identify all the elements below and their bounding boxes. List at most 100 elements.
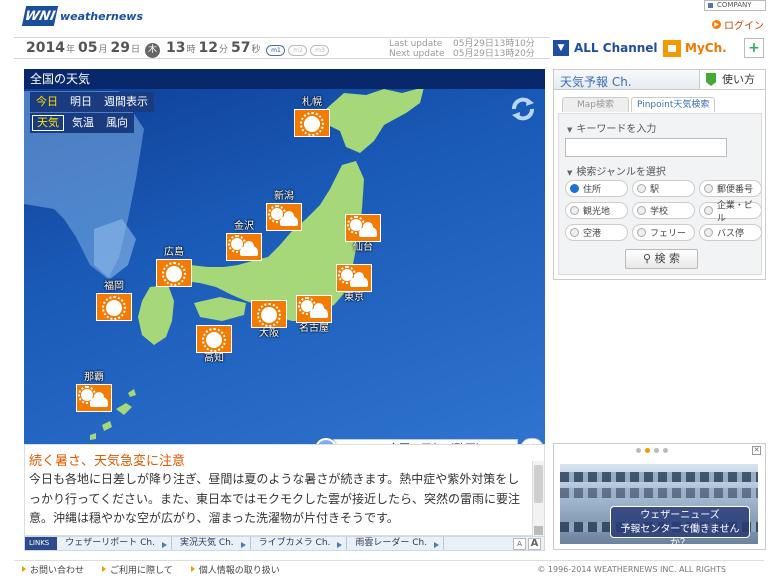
genre-bus-stop-radio[interactable]: バス停 [699,224,762,241]
banner-caption: ウェザーニューズ 予報センターで働きませんか？ [610,506,750,544]
city-name: 札幌 [302,97,322,108]
links-label: LINKS [25,537,58,550]
footer-link-privacy[interactable]: 個人情報の取り扱い [190,563,280,576]
footer-link-terms[interactable]: ご利用に際して [102,563,173,576]
city-naha[interactable]: 那覇 [76,372,112,412]
tab-weekly[interactable]: 週間表示 [98,92,154,112]
city-name: 高知 [204,353,224,364]
city-kanazawa[interactable]: 金沢 [226,221,262,261]
tab-today[interactable]: 今日 [30,92,64,112]
scroll-thumb[interactable] [534,465,543,503]
hour: 13 [165,40,186,56]
link-live-camera[interactable]: ライブカメラ Ch. [251,537,348,550]
tab-pinpoint-search[interactable]: Pinpoint天気検索 [631,97,716,112]
current-datetime: 2014 年 05 月 29 日 木 13 時 12 分 57 秒 m1 m2 m3 [26,40,330,58]
city-hiroshima[interactable]: 広島 [156,247,192,287]
genre-address-radio[interactable]: 住所 [565,180,628,197]
link-rain-radar[interactable]: 雨雲レーダー Ch. [347,537,445,550]
search-button[interactable]: ⚲ 検 索 [625,249,698,269]
period-tabs: 今日 明日 週間表示 [30,92,154,112]
copyright: © 1996-2014 WEATHERNEWS INC. ALL RIGHTS [537,565,726,574]
link-weather-report[interactable]: ウェザーリポート Ch. [57,537,172,550]
carousel-dot[interactable] [636,448,641,453]
site-header: WNI weathernews COMPANY ▶ ログイン [0,0,770,36]
weathernews-logo[interactable]: WNI weathernews [21,6,143,26]
pinpoint-search-form: キーワードを入力 検索ジャンルを選択 住所 駅 郵便番号 観光地 学校 企業・ビ… [558,113,762,275]
recruit-banner[interactable]: ✕ ウェザーニューズ 予報センターで働きませんか？ [553,443,766,550]
sunny-cloudy-icon [296,295,332,323]
genre-company-radio[interactable]: 企業・ビル [699,201,762,224]
city-name: 東京 [344,292,364,303]
close-icon[interactable]: ✕ [752,446,761,455]
carousel-dot[interactable] [645,448,650,453]
sunny-cloudy-icon [336,264,372,292]
forecast-scrollbar[interactable] [532,461,544,537]
my-channel-button[interactable]: MyCh. [663,37,739,59]
segment-m2[interactable]: m2 [288,45,308,56]
forecast-center-photo[interactable]: ウェザーニューズ 予報センターで働きませんか？ [560,464,758,544]
carousel-dot[interactable] [654,448,659,453]
scroll-down-icon[interactable] [534,526,543,535]
weekday-badge: 木 [144,43,160,58]
refresh-icon[interactable] [509,95,537,123]
search-icon: ⚲ [642,252,655,265]
city-fukuoka[interactable]: 福岡 [96,281,132,321]
city-tokyo[interactable]: 東京 [336,264,372,304]
city-nagoya[interactable]: 名古屋 [296,295,332,335]
tab-map-search[interactable]: Map検索 [562,97,629,112]
my-channel-icon [663,39,681,57]
howto-button[interactable]: 使い方 [699,70,765,89]
chevron-down-icon: ▼ [553,40,569,56]
day: 29 [110,40,130,56]
city-name: 名古屋 [299,323,329,334]
city-kochi[interactable]: 高知 [196,325,232,365]
sunny-icon [294,109,330,137]
login-link[interactable]: ▶ ログイン [712,17,764,32]
segment-m3[interactable]: m3 [310,45,330,56]
city-name: 福岡 [104,281,124,292]
tab-temperature[interactable]: 気温 [66,113,100,133]
hour-unit: 時 [186,45,196,55]
city-niigata[interactable]: 新潟 [266,191,302,231]
next-update-value: 05月29日13時20分 [453,49,535,59]
city-osaka[interactable]: 大阪 [251,300,287,340]
segment-m1[interactable]: m1 [266,45,286,56]
tab-tomorrow[interactable]: 明日 [64,92,98,112]
add-channel-button[interactable]: + [744,38,764,58]
link-live-weather[interactable]: 実況天気 Ch. [172,537,251,550]
tab-wind[interactable]: 風向 [100,113,134,133]
tab-weather[interactable]: 天気 [32,115,64,131]
minute: 12 [198,40,218,56]
sunny-cloudy-icon [345,214,381,242]
sunny-cloudy-icon [76,384,112,412]
carousel-dot[interactable] [663,448,668,453]
genre-postal-code-radio[interactable]: 郵便番号 [699,180,762,197]
day-unit: 日 [130,45,140,55]
all-channel-button[interactable]: ▼ ALL Channel [553,37,659,59]
city-sendai[interactable]: 仙台 [345,214,381,254]
font-small-button[interactable]: A [513,537,526,550]
next-update-label: Next update [389,49,445,59]
genre-ferry-radio[interactable]: フェリー [632,224,695,241]
genre-school-radio[interactable]: 学校 [632,202,695,219]
howto-label: 使い方 [722,73,755,86]
logo-mark: WNI [21,6,59,26]
sunny-cloudy-icon [266,203,302,231]
genre-sightseeing-radio[interactable]: 観光地 [565,202,628,219]
city-name: 大阪 [259,328,279,339]
minute-unit: 分 [218,45,228,55]
genre-station-radio[interactable]: 駅 [632,180,695,197]
date-bar: 2014 年 05 月 29 日 木 13 時 12 分 57 秒 m1 m2 m3 Las… [14,37,550,59]
genre-airport-radio[interactable]: 空港 [565,224,628,241]
my-channel-label: MyCh. [685,41,727,55]
carousel-dots [636,448,668,453]
beginner-badge-icon [706,73,716,86]
forecast-channel-panel: 天気予報 Ch. 使い方 Map検索 Pinpoint天気検索 キーワードを入力… [553,69,766,280]
font-large-button[interactable]: A [528,537,541,550]
city-sapporo[interactable]: 札幌 [294,97,330,137]
type-tabs: 天気 気温 風向 [30,113,134,133]
second-unit: 秒 [251,45,261,55]
company-link[interactable]: COMPANY [704,0,766,11]
footer-link-contact[interactable]: お問い合わせ [22,563,84,576]
keyword-input[interactable] [565,138,727,157]
